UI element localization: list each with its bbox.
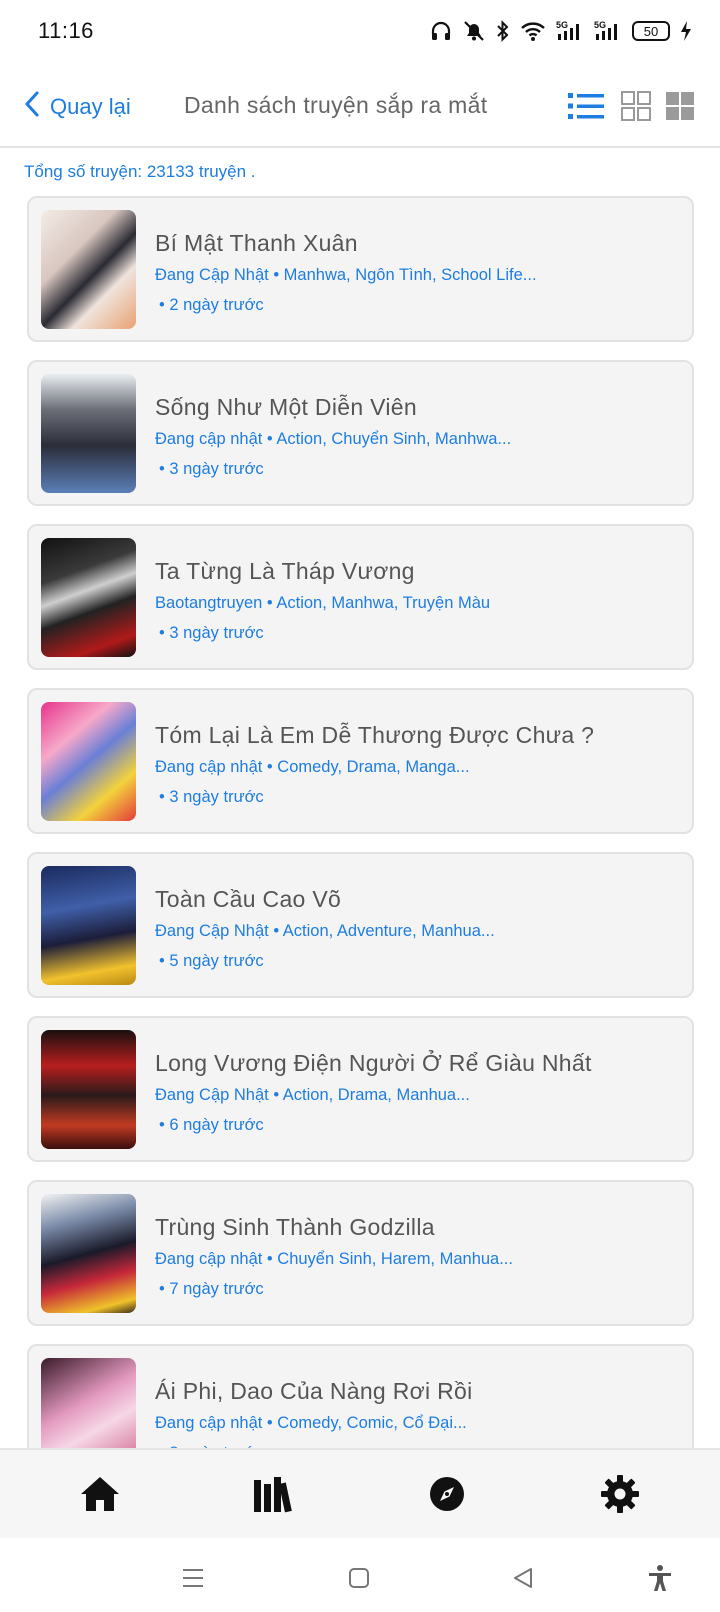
story-title: Bí Mật Thanh Xuân [155,230,358,256]
story-meta: Đang Cập Nhật • Action, Adventure, Manhu… [155,922,495,940]
svg-text:5G: 5G [556,20,568,30]
grid-large-view-icon[interactable] [664,90,700,122]
story-cover [41,1194,136,1313]
story-time: • 2 ngày trước [159,296,264,314]
chevron-left-icon [24,90,40,123]
story-meta: Đang cập nhật • Comedy, Drama, Manga... [155,758,470,776]
bottom-nav [0,1448,720,1538]
total-count: Tổng số truyện: 23133 truyện . [24,162,256,181]
library-icon[interactable] [248,1470,296,1518]
battery-level: 50 [643,23,659,39]
story-card[interactable]: Tóm Lại Là Em Dễ Thương Được Chưa ? Đang… [27,688,694,834]
settings-icon[interactable] [596,1470,644,1518]
story-cover [41,538,136,657]
status-bar: 11:16 5G 5G 50 [0,0,720,62]
status-icons: 5G 5G 50 [430,20,692,42]
grid-small-view-icon[interactable] [620,90,656,122]
signal-5g-icon: 5G [556,20,584,42]
story-title: Toàn Cầu Cao Võ [155,886,342,912]
story-cover [41,374,136,493]
story-meta: Đang cập nhật • Chuyển Sinh, Harem, Manh… [155,1250,513,1268]
home-icon[interactable] [76,1470,124,1518]
story-time: • 5 ngày trước [159,952,264,970]
story-meta: Đang Cập Nhật • Action, Drama, Manhua... [155,1086,470,1104]
story-card[interactable]: Long Vương Điện Người Ở Rể Giàu Nhất Đan… [27,1016,694,1162]
mute-icon [462,20,486,42]
story-time: • 3 ngày trước [159,460,264,478]
back-button[interactable]: Quay lại [24,90,131,123]
back-triangle-icon[interactable] [507,1562,539,1594]
story-meta: Đang cập nhật • Action, Chuyển Sinh, Man… [155,430,512,448]
story-title: Trùng Sinh Thành Godzilla [155,1214,435,1240]
home-square-icon[interactable] [343,1562,375,1594]
story-title: Ta Từng Là Tháp Vương [155,558,415,584]
story-title: Long Vương Điện Người Ở Rể Giàu Nhất [155,1050,592,1076]
story-cover [41,210,136,329]
battery-icon: 50 [632,21,670,41]
story-title: Tóm Lại Là Em Dễ Thương Được Chưa ? [155,722,595,748]
story-title: Ái Phi, Dao Của Nàng Rơi Rồi [155,1378,473,1404]
wifi-icon [520,20,546,42]
signal-5g-icon: 5G [594,20,622,42]
menu-icon[interactable] [177,1562,209,1594]
story-time: • 6 ngày trước [159,1116,264,1134]
status-time: 11:16 [38,18,94,43]
story-card[interactable]: Toàn Cầu Cao Võ Đang Cập Nhật • Action, … [27,852,694,998]
story-meta: Đang cập nhật • Comedy, Comic, Cổ Đại... [155,1414,467,1432]
story-title: Sống Như Một Diễn Viên [155,394,417,420]
page-title: Danh sách truyện sắp ra mắt [184,92,488,118]
story-cover [41,1030,136,1149]
system-nav [0,1538,720,1612]
story-cover [41,866,136,985]
story-cover [41,702,136,821]
accessibility-icon[interactable] [644,1562,676,1594]
story-card[interactable]: Trùng Sinh Thành Godzilla Đang cập nhật … [27,1180,694,1326]
story-time: • 3 ngày trước [159,788,264,806]
story-meta: Đang Cập Nhật • Manhwa, Ngôn Tình, Schoo… [155,266,537,284]
explore-icon[interactable] [423,1470,471,1518]
svg-text:5G: 5G [594,20,606,30]
charging-icon [680,20,692,42]
story-time: • 3 ngày trước [159,624,264,642]
back-label: Quay lại [50,93,131,119]
story-card[interactable]: Sống Như Một Diễn Viên Đang cập nhật • A… [27,360,694,506]
headphones-icon [430,20,452,42]
story-time: • 7 ngày trước [159,1280,264,1298]
list-view-icon[interactable] [568,90,604,122]
story-card[interactable]: Bí Mật Thanh Xuân Đang Cập Nhật • Manhwa… [27,196,694,342]
app-header: Quay lại Danh sách truyện sắp ra mắt [0,72,720,148]
story-meta: Baotangtruyen • Action, Manhwa, Truyện M… [155,594,491,612]
story-card[interactable]: Ta Từng Là Tháp Vương Baotangtruyen • Ac… [27,524,694,670]
bluetooth-icon [496,20,510,42]
